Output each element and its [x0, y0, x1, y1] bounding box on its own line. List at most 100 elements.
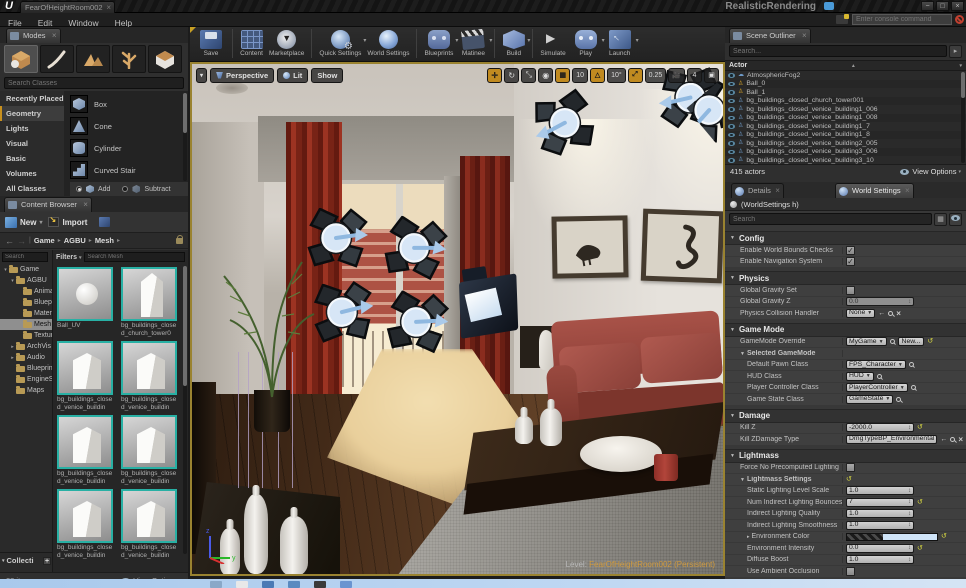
toolbar-button[interactable]: World Settings ▾	[364, 29, 412, 58]
asset-thumbnail[interactable]	[121, 267, 177, 321]
viewport[interactable]: z y ▾ Perspective Lit Show ✛ ↻ ⤡ ◉ ▦ 10 …	[190, 62, 725, 576]
mode-category[interactable]: Visual	[0, 136, 64, 151]
mode-category[interactable]: Recently Placed	[0, 91, 64, 106]
chevron-down-icon[interactable]: ▾	[636, 37, 639, 44]
asset-thumbnail[interactable]	[57, 415, 113, 469]
reset-icon[interactable]: ↺	[917, 499, 923, 506]
force-no-precomputed-checkbox[interactable]	[846, 463, 855, 472]
folder-audio[interactable]: ▸Audio	[0, 352, 52, 363]
wall-picture-2[interactable]	[641, 209, 724, 284]
reset-icon[interactable]: ↺	[941, 533, 947, 540]
asset-tile[interactable]: bg_buildings_closed_venice_buildin	[57, 341, 115, 411]
actor-row[interactable]: ♙ bg_buildings_closed_venice_building1_0…	[725, 105, 966, 114]
toolbar-button[interactable]: Build ▾	[494, 29, 528, 58]
section-lightmass[interactable]: ▼Lightmass	[725, 450, 966, 463]
asset-thumbnail[interactable]	[121, 489, 177, 543]
mode-category[interactable]: Basic	[0, 151, 64, 166]
browse-icon[interactable]	[877, 374, 882, 379]
asset-thumbnail[interactable]	[57, 267, 113, 321]
filters-button[interactable]: Filters ▾	[56, 254, 81, 261]
section-damage[interactable]: ▼Damage	[725, 410, 966, 423]
breadcrumb-agbu[interactable]: AGBU	[64, 236, 86, 245]
viewport-scene[interactable]: z y	[192, 64, 723, 574]
mode-geometry-button[interactable]	[148, 45, 182, 73]
forward-arrow-icon[interactable]: →	[17, 236, 26, 246]
folder-mesh[interactable]: Mesh	[0, 319, 52, 330]
source-control-icon[interactable]	[836, 15, 848, 24]
tab-close-icon[interactable]: ×	[106, 3, 111, 12]
close-icon[interactable]: ×	[83, 200, 88, 209]
feedback-icon[interactable]	[824, 2, 834, 10]
floor-vase[interactable]	[280, 516, 308, 576]
chevron-down-icon[interactable]: ▾	[489, 37, 492, 44]
translate-tool-button[interactable]: ✛	[487, 68, 502, 83]
breadcrumb-game[interactable]: Game	[34, 236, 55, 245]
kill-z-field[interactable]: -2000.0↕	[846, 423, 914, 432]
minimize-button[interactable]: −	[921, 1, 934, 11]
close-icon[interactable]: ×	[802, 31, 807, 40]
view-options-eye-icon[interactable]	[949, 213, 962, 226]
bounds-checkbox[interactable]: ✓	[846, 246, 855, 255]
actor-row[interactable]: ♙ bg_buildings_closed_venice_building3_0…	[725, 148, 966, 157]
hud-class-dropdown[interactable]: HUD▼	[846, 372, 874, 381]
toolbar-button[interactable]: Quick Settings ▾	[311, 29, 364, 58]
scale-snap-value[interactable]: 0.25	[645, 68, 667, 83]
toolbar-button[interactable]: Play ▾	[569, 29, 603, 58]
red-cup[interactable]	[654, 454, 678, 481]
scale-snap-icon[interactable]: ⤢	[628, 68, 643, 83]
asset-tile[interactable]: bg_buildings_closed_church_tower0	[121, 267, 179, 337]
asset-thumbnail[interactable]	[57, 341, 113, 395]
game-state-dropdown[interactable]: GameState▼	[846, 395, 893, 404]
mode-category[interactable]: All Classes	[0, 181, 64, 196]
pawn-class-dropdown[interactable]: FPS_Character▼	[846, 360, 906, 369]
folder-blueprints[interactable]: Bluepri	[0, 297, 52, 308]
actor-row[interactable]: ♙ bg_buildings_closed_venice_building2_0…	[725, 139, 966, 148]
scrollbar-thumb[interactable]	[961, 72, 965, 98]
collections-section[interactable]: ▾Collecti+	[0, 552, 53, 568]
tab-details[interactable]: Details×	[731, 183, 784, 198]
section-game-mode[interactable]: ▼Game Mode	[725, 324, 966, 337]
reset-icon[interactable]: ↺	[846, 476, 852, 483]
camera-speed-button[interactable]: 🎥	[668, 68, 685, 83]
visibility-eye-icon[interactable]	[728, 124, 735, 129]
mode-landscape-button[interactable]	[76, 45, 110, 73]
rotation-snap-icon[interactable]: △	[590, 68, 605, 83]
rotation-snap-value[interactable]: 10°	[607, 68, 626, 83]
toolbar-button[interactable]: Marketplace ▾	[266, 29, 307, 58]
visibility-eye-icon[interactable]	[728, 133, 735, 138]
search-assets-input[interactable]	[84, 252, 185, 262]
outliner-filter-icon[interactable]: ▸	[949, 45, 962, 58]
folder-materials[interactable]: Materi	[0, 308, 52, 319]
static-lighting-scale-field[interactable]: 1.0↕	[846, 486, 914, 495]
collision-handler-dropdown[interactable]: None▼	[846, 309, 875, 318]
grid-snap-icon[interactable]: ▦	[555, 68, 570, 83]
tab-scene-outliner[interactable]: Scene Outliner ×	[729, 28, 811, 43]
clear-icon[interactable]: ×	[896, 310, 901, 317]
new-button[interactable]: New▾	[5, 217, 42, 228]
use-selected-icon[interactable]: ←	[878, 310, 885, 317]
geometry-item[interactable]: Box	[70, 93, 180, 115]
asset-thumbnail[interactable]	[57, 489, 113, 543]
save-all-icon[interactable]	[99, 217, 110, 227]
bounces-field[interactable]: 7↕	[846, 498, 914, 507]
tab-world-settings[interactable]: World Settings×	[835, 183, 914, 198]
toolbar-button[interactable]: Launch ▾	[603, 29, 637, 58]
visibility-eye-icon[interactable]	[728, 116, 735, 121]
folder-textures[interactable]: Textur	[0, 330, 52, 341]
folder-game[interactable]: ▾Game	[0, 264, 52, 275]
add-radio[interactable]	[76, 186, 82, 192]
settings-search-input[interactable]	[729, 213, 932, 225]
asset-tile[interactable]: Ball_UV	[57, 267, 115, 337]
white-bowl[interactable]	[580, 436, 662, 472]
visibility-eye-icon[interactable]	[728, 107, 735, 112]
console-command-input[interactable]	[852, 14, 952, 25]
close-icon[interactable]: ×	[775, 186, 780, 195]
floor-vase[interactable]	[244, 494, 268, 574]
close-icon[interactable]: ×	[52, 31, 57, 40]
visibility-eye-icon[interactable]	[728, 158, 735, 163]
breadcrumb-mesh[interactable]: Mesh	[95, 236, 114, 245]
scrollbar-thumb[interactable]	[183, 266, 187, 386]
maximize-viewport-button[interactable]: ▣	[704, 68, 719, 83]
visibility-eye-icon[interactable]	[728, 82, 735, 87]
asset-tile[interactable]: bg_buildings_closed_venice_buildin	[121, 341, 179, 411]
